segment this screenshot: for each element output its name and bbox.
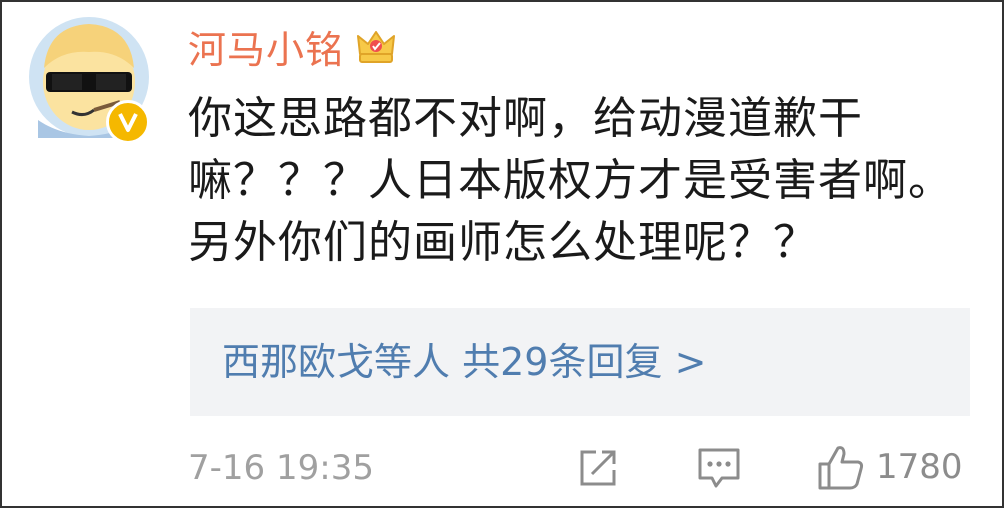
comment-timestamp: 7-16 19:35: [188, 448, 374, 488]
comment-text: 你这思路都不对啊，给动漫道歉干嘛？？？人日本版权方才是受害者啊。另外你们的画师怎…: [188, 93, 953, 268]
replies-preview[interactable]: 西那欧戈等人 共29条回复 >: [190, 308, 970, 416]
reply-users: 西那欧戈等人: [222, 340, 451, 384]
comment-button[interactable]: [696, 446, 742, 490]
like-button[interactable]: 1780: [816, 442, 963, 492]
thumbs-up-icon: [818, 446, 864, 490]
comment-card: 河马小铭 你这思路都不对啊，给动漫道歉干嘛？？？人日本版权方才是受害者啊。另外你…: [0, 0, 1004, 508]
chevron-right-icon: >: [674, 340, 707, 384]
comment-icon: [698, 448, 740, 488]
view-replies-link[interactable]: 西那欧戈等人 共29条回复 >: [222, 336, 706, 388]
username[interactable]: 河马小铭: [188, 19, 344, 74]
share-icon: [580, 450, 616, 486]
verified-v-icon: [118, 113, 138, 132]
like-count: 1780: [876, 447, 963, 487]
comment-footer: 7-16 19:35 1780: [188, 442, 974, 498]
share-button[interactable]: [576, 446, 620, 490]
crown-icon[interactable]: [354, 24, 398, 68]
reply-count: 共29条回复: [462, 340, 663, 384]
user-header: 河马小铭: [188, 16, 398, 76]
verified-badge: [106, 100, 150, 144]
